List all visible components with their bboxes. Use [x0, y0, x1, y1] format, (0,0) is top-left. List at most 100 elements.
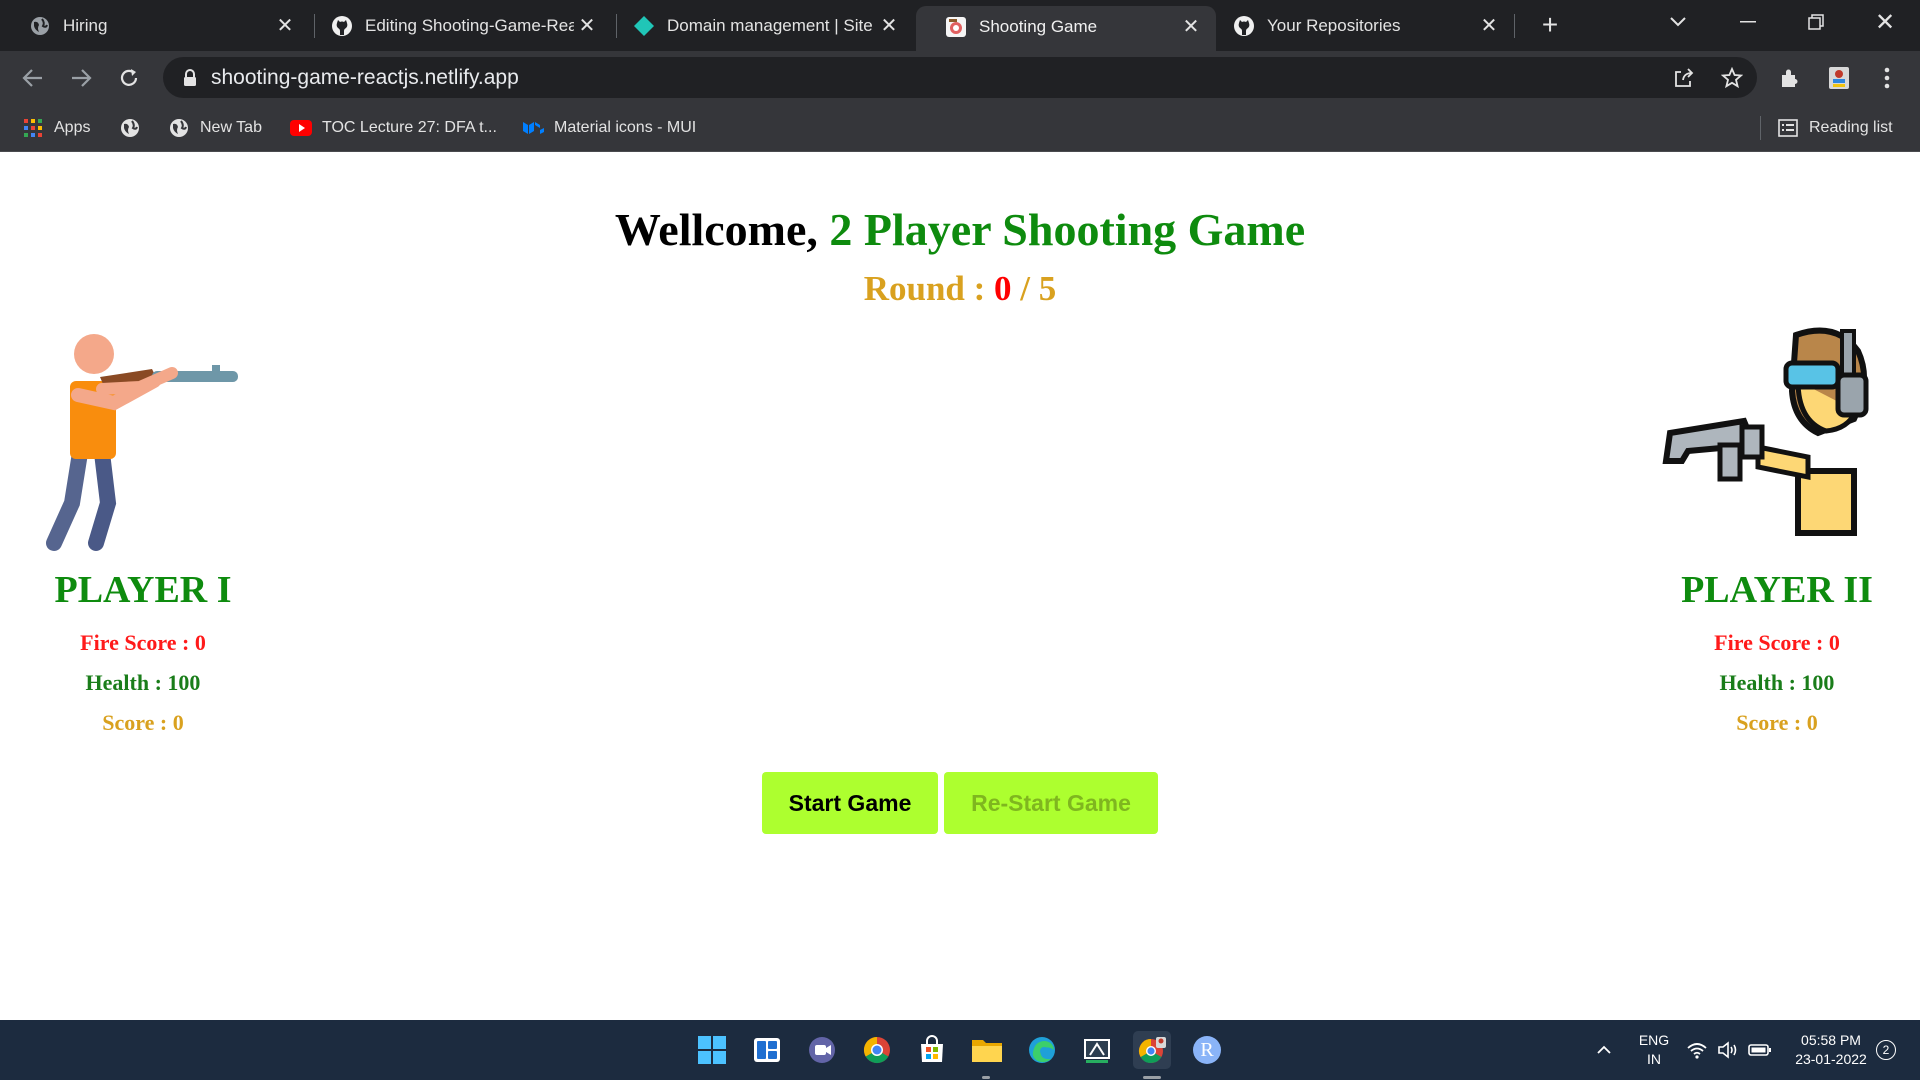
player-two-name: PLAYER II: [1681, 569, 1873, 611]
new-tab-button[interactable]: +: [1533, 8, 1567, 42]
microsoft-store-icon[interactable]: [913, 1031, 951, 1069]
netlify-icon: [633, 15, 655, 37]
close-tab-icon[interactable]: ✕: [1178, 14, 1204, 40]
bookmark-star-icon[interactable]: [1719, 65, 1745, 91]
start-game-button[interactable]: Start Game: [762, 772, 938, 834]
tab-shooting-game[interactable]: Shooting Game ✕: [916, 6, 1216, 51]
share-icon[interactable]: [1671, 65, 1697, 91]
bookmark-label: TOC Lecture 27: DFA t...: [322, 119, 497, 136]
reading-list-icon: [1777, 117, 1799, 139]
tab-separator: [1514, 14, 1515, 38]
close-tab-icon[interactable]: ✕: [574, 13, 600, 39]
tab-editing-shooting-game[interactable]: Editing Shooting-Game-ReactJS ✕: [302, 0, 612, 51]
tab-title: Shooting Game: [979, 16, 1098, 36]
chrome-profile-active-icon[interactable]: [1133, 1031, 1171, 1069]
edge-icon[interactable]: [1023, 1031, 1061, 1069]
github-icon: [1233, 15, 1255, 37]
language-top: ENG: [1638, 1032, 1670, 1048]
reading-list-button[interactable]: Reading list: [1777, 115, 1893, 141]
welcome-text: Wellcome,: [614, 204, 818, 255]
bookmarks-bar: Apps New Tab TOC Lecture 27: DFA t... Ma…: [0, 104, 1920, 152]
tab-domain-management[interactable]: Domain management | Site ✕: [604, 0, 914, 51]
minimize-button[interactable]: [1713, 0, 1783, 44]
round-total: / 5: [1020, 269, 1057, 308]
tab-search-chevron-icon[interactable]: [1643, 0, 1713, 44]
menu-kebab-icon[interactable]: [1870, 61, 1904, 95]
language-bottom: IN: [1647, 1051, 1661, 1067]
battery-icon[interactable]: [1745, 1031, 1775, 1069]
close-tab-icon[interactable]: ✕: [272, 13, 298, 39]
snipping-tool-icon[interactable]: [1078, 1031, 1116, 1069]
tab-title: Editing Shooting-Game-ReactJS: [365, 15, 574, 35]
language-indicator[interactable]: ENG IN: [1632, 1031, 1676, 1069]
restart-game-button[interactable]: Re-Start Game: [944, 772, 1158, 834]
extensions-icon[interactable]: [1773, 61, 1807, 95]
clock-date: 23-01-2022: [1795, 1051, 1867, 1067]
player-two-fire-score: Fire Score : 0: [1714, 630, 1840, 655]
profile-letter: R: [1200, 1038, 1214, 1061]
tab-title: Hiring: [63, 15, 108, 35]
tab-hiring[interactable]: Hiring ✕: [0, 0, 310, 51]
running-indicator: [982, 1076, 990, 1079]
player-two-shooter-illustration: [1658, 321, 1894, 551]
notification-badge[interactable]: 2: [1876, 1040, 1896, 1060]
globe-icon: [119, 117, 141, 139]
round-current: 0: [994, 269, 1012, 308]
game-title: 2 Player Shooting Game: [829, 204, 1306, 255]
reading-list-label: Reading list: [1809, 119, 1893, 136]
player-two-panel: PLAYER II Fire Score : 0 Health : 100 Sc…: [1662, 568, 1892, 736]
bookmark-toc-lecture[interactable]: TOC Lecture 27: DFA t...: [290, 115, 497, 141]
running-indicator: [1143, 1076, 1161, 1079]
teams-chat-icon[interactable]: [803, 1031, 841, 1069]
profile-r-icon[interactable]: R: [1188, 1031, 1226, 1069]
globe-icon: [168, 117, 190, 139]
player-one-fire-score: Fire Score : 0: [80, 630, 206, 655]
windows-taskbar: R ENG IN 05:58 PM 23-01-2022 2: [0, 1020, 1920, 1080]
windows-start-icon[interactable]: [693, 1031, 731, 1069]
clock[interactable]: 05:58 PM 23-01-2022: [1786, 1031, 1876, 1069]
browser-toolbar: shooting-game-reactjs.netlify.app: [0, 51, 1920, 104]
tab-your-repositories[interactable]: Your Repositories ✕: [1204, 0, 1514, 51]
tab-strip: Hiring ✕ Editing Shooting-Game-ReactJS ✕…: [0, 0, 1920, 51]
player-one-name: PLAYER I: [54, 569, 232, 611]
bookmark-label: New Tab: [200, 119, 262, 136]
globe-icon: [29, 15, 51, 37]
forward-button[interactable]: [64, 61, 98, 95]
tab-title: Your Repositories: [1267, 15, 1401, 35]
reload-button[interactable]: [112, 61, 146, 95]
apps-grid-icon: [22, 117, 44, 139]
player-one-shooter-illustration: [42, 325, 242, 555]
github-icon: [331, 15, 353, 37]
url-text[interactable]: shooting-game-reactjs.netlify.app: [211, 66, 519, 90]
close-tab-icon[interactable]: ✕: [876, 13, 902, 39]
address-bar[interactable]: shooting-game-reactjs.netlify.app: [163, 57, 1757, 98]
bookmark-material-icons[interactable]: Material icons - MUI: [522, 115, 696, 141]
back-button[interactable]: [16, 61, 50, 95]
lock-icon[interactable]: [183, 68, 197, 87]
clock-time: 05:58 PM: [1801, 1032, 1861, 1048]
close-window-button[interactable]: ✕: [1850, 0, 1920, 44]
page-title: Wellcome, 2 Player Shooting Game: [0, 203, 1920, 256]
widgets-icon[interactable]: [748, 1031, 786, 1069]
bookmarks-divider: [1760, 116, 1761, 140]
show-hidden-icons-chevron[interactable]: [1592, 1031, 1616, 1069]
player-one-panel: PLAYER I Fire Score : 0 Health : 100 Sco…: [28, 568, 258, 736]
volume-icon[interactable]: [1714, 1031, 1742, 1069]
shooting-game-icon: [945, 16, 967, 38]
bookmark-globe[interactable]: [119, 115, 151, 141]
tab-title: Domain management | Site: [667, 15, 873, 35]
youtube-icon: [290, 117, 312, 139]
player-one-score: Score : 0: [102, 710, 184, 735]
chrome-icon[interactable]: [858, 1031, 896, 1069]
player-one-health: Health : 100: [85, 670, 201, 695]
bookmark-apps[interactable]: Apps: [22, 115, 90, 141]
bookmark-label: Material icons - MUI: [554, 119, 697, 136]
close-tab-icon[interactable]: ✕: [1476, 13, 1502, 39]
profile-avatar[interactable]: [1822, 61, 1856, 95]
restore-button[interactable]: [1781, 0, 1851, 44]
bookmark-new-tab[interactable]: New Tab: [168, 115, 262, 141]
player-two-score: Score : 0: [1736, 710, 1818, 735]
wifi-icon[interactable]: [1683, 1031, 1711, 1069]
game-page: Wellcome, 2 Player Shooting Game Round :…: [0, 153, 1920, 1020]
file-explorer-icon[interactable]: [968, 1031, 1006, 1069]
